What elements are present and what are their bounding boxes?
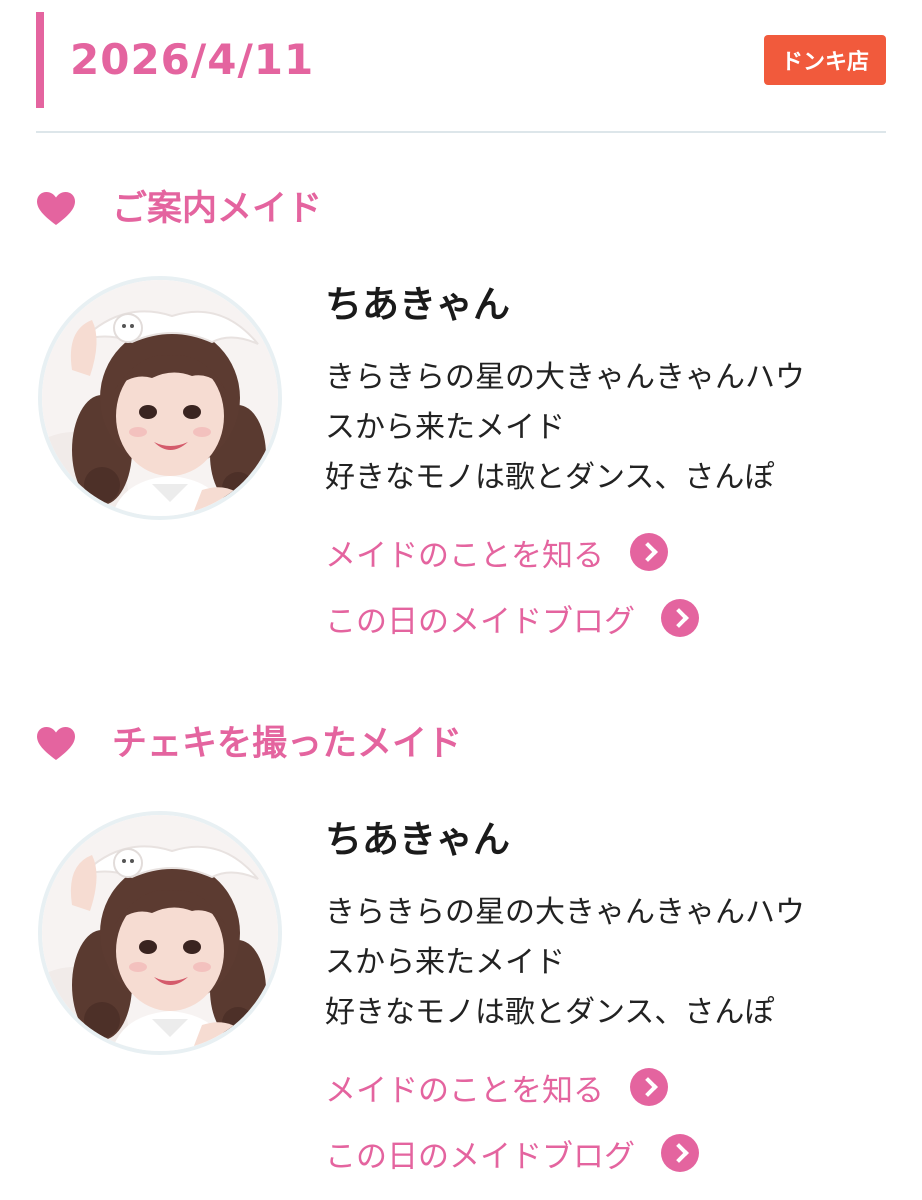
maid-blog-link-label: この日のメイドブログ (325, 603, 635, 640)
section-heading-cheki-maid: チェキを撮ったメイド (36, 719, 462, 769)
maid-description-line: きらきらの星の大きゃんきゃんハウ (325, 895, 805, 930)
maid-blog-link[interactable]: この日のメイドブログ (325, 1128, 699, 1178)
maid-blog-link[interactable]: この日のメイドブログ (325, 593, 699, 643)
chevron-right-circle-icon (630, 1068, 668, 1106)
chevron-right-circle-icon (661, 599, 699, 637)
maid-description-line: 好きなモノは歌とダンス、さんぽ (325, 995, 775, 1030)
section-heading-label: チェキを撮ったメイド (112, 724, 463, 764)
maid-photo (42, 280, 278, 516)
maid-description: きらきらの星の大きゃんきゃんハウ スから来たメイド 好きなモノは歌とダンス、さん… (325, 353, 885, 503)
page-date: 2026/4/11 (70, 35, 315, 84)
store-badge[interactable]: ドンキ店 (764, 35, 886, 85)
maid-description-line: スから来たメイド (325, 410, 565, 445)
heart-icon (37, 192, 75, 225)
maid-description-line: きらきらの星の大きゃんきゃんハウ (325, 360, 805, 395)
section-heading-guide-maid: ご案内メイド (36, 184, 322, 234)
maid-profile-link-label: メイドのことを知る (325, 1072, 604, 1109)
heart-icon (37, 727, 75, 760)
chevron-right-circle-icon (661, 1134, 699, 1172)
maid-profile-link-label: メイドのことを知る (325, 537, 604, 574)
date-accent-bar (36, 12, 44, 108)
maid-photo (42, 815, 278, 1051)
maid-description-line: スから来たメイド (325, 945, 565, 980)
maid-avatar[interactable] (38, 811, 282, 1055)
maid-name: ちあきゃん (325, 818, 510, 861)
maid-avatar[interactable] (38, 276, 282, 520)
maid-description: きらきらの星の大きゃんきゃんハウ スから来たメイド 好きなモノは歌とダンス、さん… (325, 888, 885, 1038)
maid-name: ちあきゃん (325, 283, 510, 326)
maid-profile-link[interactable]: メイドのことを知る (325, 1062, 668, 1112)
section-heading-label: ご案内メイド (112, 189, 323, 229)
maid-blog-link-label: この日のメイドブログ (325, 1138, 635, 1175)
maid-description-line: 好きなモノは歌とダンス、さんぽ (325, 460, 775, 495)
chevron-right-circle-icon (630, 533, 668, 571)
maid-profile-link[interactable]: メイドのことを知る (325, 527, 668, 577)
header-divider (36, 131, 886, 133)
